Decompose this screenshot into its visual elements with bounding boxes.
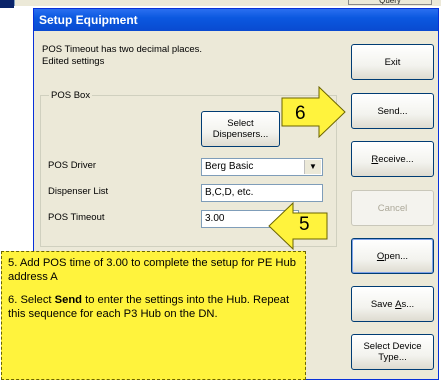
- callout-arrow-6: [281, 86, 346, 138]
- select-dispensers-button[interactable]: Select Dispensers...: [201, 111, 280, 147]
- select-device-type-line-2: Type...: [378, 352, 407, 363]
- arrow-5-shape: [268, 202, 328, 250]
- chevron-down-icon[interactable]: ▼: [304, 160, 321, 174]
- select-device-type-button[interactable]: Select Device Type...: [351, 334, 434, 370]
- note-step-6-send: Send: [54, 294, 82, 306]
- dispenser-list-value: B,C,D, etc.: [205, 187, 254, 198]
- receive-button[interactable]: Receive...: [351, 141, 434, 177]
- select-dispensers-line-2: Dispensers...: [212, 129, 269, 140]
- callout-6-number: 6: [295, 103, 306, 124]
- info-text: POS Timeout has two decimal places. Edit…: [42, 44, 202, 68]
- note-step-6: 6. Select Send to enter the settings int…: [8, 293, 299, 321]
- exit-button[interactable]: Exit: [351, 44, 434, 80]
- callout-5-number: 5: [299, 214, 310, 235]
- pos-timeout-value: 3.00: [205, 213, 225, 224]
- callout-arrow-5: [268, 202, 328, 250]
- info-line-1: POS Timeout has two decimal places.: [42, 44, 202, 55]
- pos-driver-value: Berg Basic: [205, 161, 254, 172]
- save-as-prefix: Save: [370, 298, 396, 310]
- save-as-label: s...: [401, 298, 415, 310]
- send-button[interactable]: Send...: [351, 93, 434, 129]
- pos-box-legend: POS Box: [49, 90, 93, 101]
- info-line-2: Edited settings: [42, 56, 105, 67]
- cancel-button[interactable]: Cancel: [351, 190, 434, 226]
- dialog-title: Setup Equipment: [34, 9, 438, 31]
- open-mnemonic: O: [376, 250, 385, 262]
- save-as-button[interactable]: Save As...: [351, 286, 434, 322]
- receive-mnemonic: R: [371, 153, 379, 165]
- pos-driver-label: POS Driver: [48, 160, 97, 171]
- pos-driver-select[interactable]: Berg Basic ▼: [201, 158, 323, 176]
- open-button[interactable]: Open...: [351, 238, 434, 274]
- arrow-6-shape: [281, 86, 346, 138]
- receive-label: eceive...: [378, 153, 414, 165]
- background-query-button: Query: [348, 0, 432, 5]
- select-dispensers-line-1: Select: [227, 118, 254, 129]
- open-label: pen...: [384, 250, 409, 262]
- dispenser-list-label: Dispenser List: [48, 186, 109, 197]
- dispenser-list-field[interactable]: B,C,D, etc.: [201, 184, 323, 202]
- note-step-5: 5. Add POS time of 3.00 to complete the …: [8, 257, 296, 283]
- pos-timeout-label: POS Timeout: [48, 212, 105, 223]
- note-step-6-prefix: 6. Select: [8, 294, 55, 306]
- select-device-type-line-1: Select Device: [363, 341, 422, 352]
- background-window-edge: [0, 0, 14, 8]
- instruction-note: 5. Add POS time of 3.00 to complete the …: [1, 251, 306, 380]
